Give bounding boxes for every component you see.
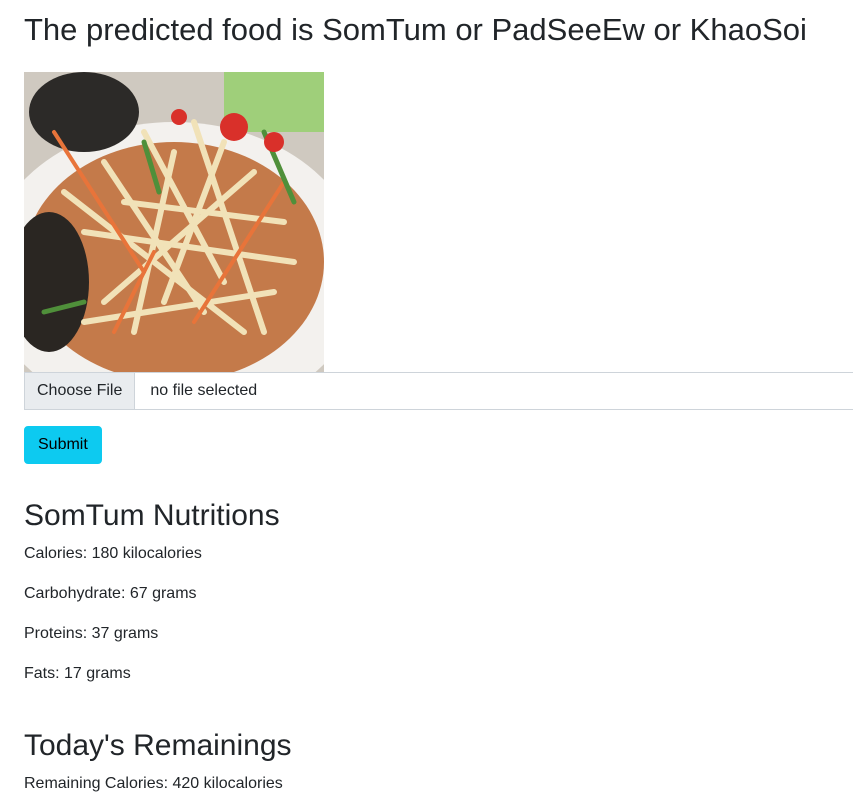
remaining-calories-text: Remaining Calories: 420 kilocalories [24, 775, 283, 792]
food-photo [24, 72, 324, 372]
proteins-text: Proteins: 37 grams [24, 625, 159, 642]
choose-file-button[interactable]: Choose File [25, 373, 136, 409]
submit-button[interactable]: Submit [24, 426, 102, 464]
calories-text: Calories: 180 kilocalories [24, 545, 202, 562]
nutrition-heading: SomTum Nutritions [24, 499, 280, 532]
fats-text: Fats: 17 grams [24, 665, 131, 682]
page-title: The predicted food is SomTum or PadSeeEw… [24, 12, 807, 47]
remainings-heading: Today's Remainings [24, 729, 292, 762]
file-status-text: no file selected [150, 382, 258, 399]
file-input[interactable]: Choose File no file selected [24, 372, 853, 410]
carbohydrate-text: Carbohydrate: 67 grams [24, 585, 197, 602]
